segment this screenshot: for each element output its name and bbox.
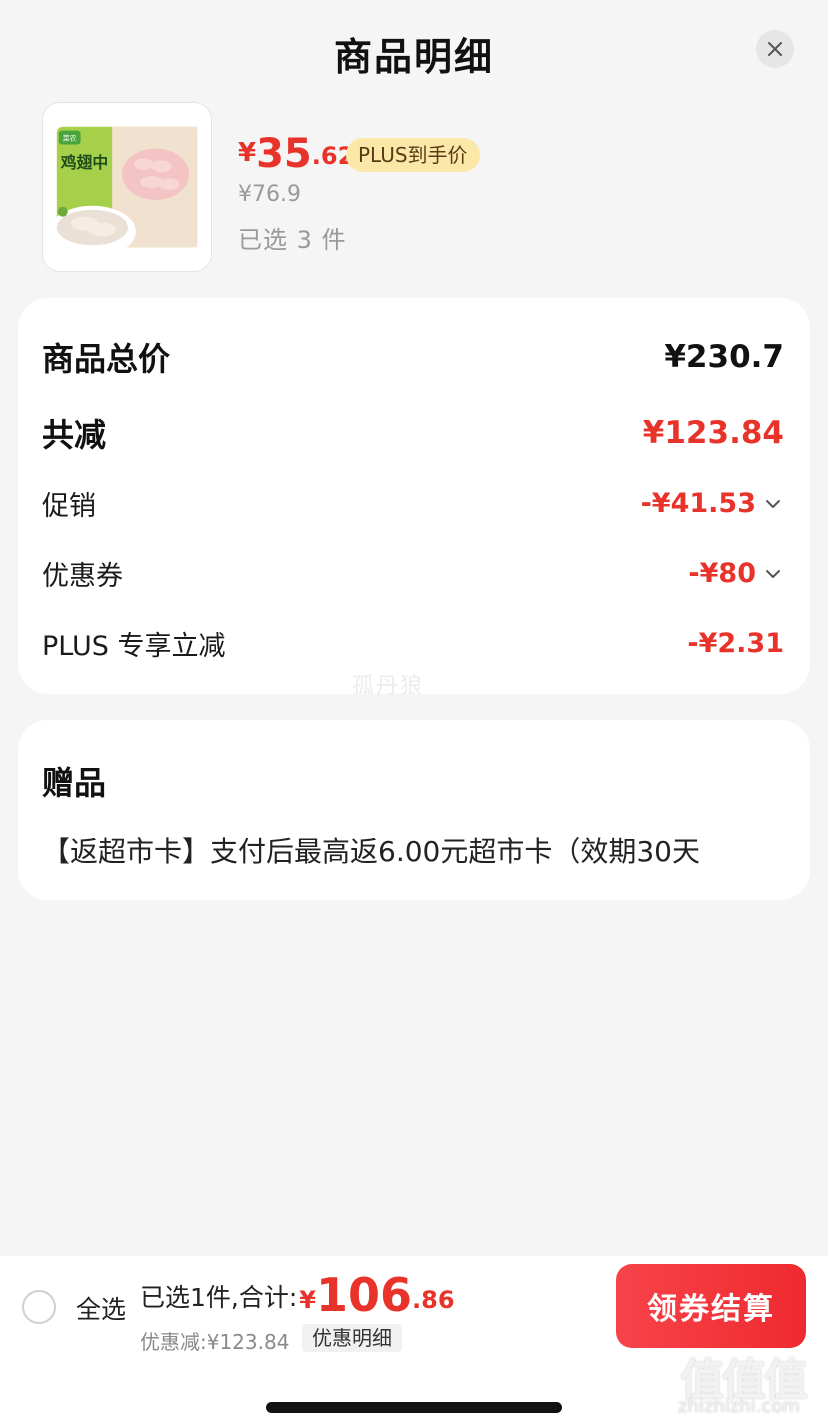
promotion-value: -¥41.53	[640, 488, 756, 519]
select-all-label[interactable]: 全选	[76, 1290, 126, 1326]
total-price-value: ¥230.7	[664, 339, 784, 375]
gift-description: 【返超市卡】支付后最高返6.00元超市卡（效期30天	[42, 835, 700, 868]
total-price-row: 商品总价 ¥230.7	[42, 334, 784, 380]
selected-count: 已选 3 件	[238, 226, 347, 254]
product-thumbnail[interactable]: 菜农 鸡翅中	[42, 102, 212, 272]
price-currency: ¥	[238, 138, 257, 168]
watermark-text: 孤丹狼	[352, 674, 425, 699]
package-brand-text: 菜农	[63, 134, 77, 143]
coupon-label: 优惠券	[42, 561, 123, 592]
original-price: ¥76.9	[238, 182, 301, 207]
discount-detail-button[interactable]: 优惠明细	[302, 1324, 402, 1352]
promotion-row[interactable]: 促销 -¥41.53	[42, 484, 784, 523]
coupon-value: -¥80	[688, 558, 756, 589]
page-title: 商品明细	[333, 35, 494, 79]
order-total-currency: ¥	[299, 1286, 316, 1314]
discount-summary: 优惠减:¥123.84	[140, 1330, 290, 1354]
total-reduction-label: 共减	[42, 416, 107, 454]
order-total-decimal: .86	[412, 1286, 455, 1314]
chicken-wing-product-image: 菜农 鸡翅中	[43, 103, 211, 271]
total-reduction-row: 共减 ¥123.84	[42, 410, 784, 456]
plus-discount-row: PLUS 专享立减 -¥2.31	[42, 624, 784, 663]
total-price-label: 商品总价	[42, 340, 171, 378]
order-total-integer: 106	[315, 1268, 413, 1322]
promotion-label: 促销	[42, 491, 96, 522]
price-integer: 35	[256, 131, 312, 177]
order-total: 已选1件,合计: ¥ 106 .86	[140, 1268, 455, 1320]
plus-price-badge: PLUS到手价	[346, 138, 480, 172]
detail-sheet: 商品明细 菜农 鸡翅中 ¥ 35 .62 PLUS到手价 ¥76.9 已选 3 …	[0, 0, 828, 1428]
checkout-bar: 全选 已选1件,合计: ¥ 106 .86 优惠减:¥123.84 优惠明细 领…	[0, 1256, 828, 1356]
home-indicator[interactable]	[266, 1402, 562, 1413]
package-name-text: 鸡翅中	[61, 153, 108, 172]
plus-discount-label: PLUS 专享立减	[42, 631, 226, 662]
close-button[interactable]	[756, 30, 794, 68]
order-total-label: 已选1件,合计:	[140, 1283, 298, 1312]
gift-title: 赠品	[42, 764, 107, 802]
site-watermark-url: zhizhizhi.com	[678, 1396, 800, 1417]
select-all-checkbox[interactable]	[22, 1290, 56, 1324]
product-price: ¥ 35 .62	[238, 128, 354, 176]
plus-discount-value: -¥2.31	[687, 628, 784, 659]
chevron-down-icon[interactable]	[762, 493, 784, 515]
chevron-down-icon[interactable]	[762, 563, 784, 585]
gift-card: 赠品 【返超市卡】支付后最高返6.00元超市卡（效期30天	[18, 720, 810, 900]
close-icon	[768, 42, 782, 56]
price-summary-card: 商品总价 ¥230.7 共减 ¥123.84 促销 -¥41.53 优惠券 -¥…	[18, 298, 810, 694]
checkout-button[interactable]: 领券结算	[616, 1264, 806, 1348]
total-reduction-value: ¥123.84	[642, 415, 784, 451]
coupon-row[interactable]: 优惠券 -¥80	[42, 554, 784, 593]
